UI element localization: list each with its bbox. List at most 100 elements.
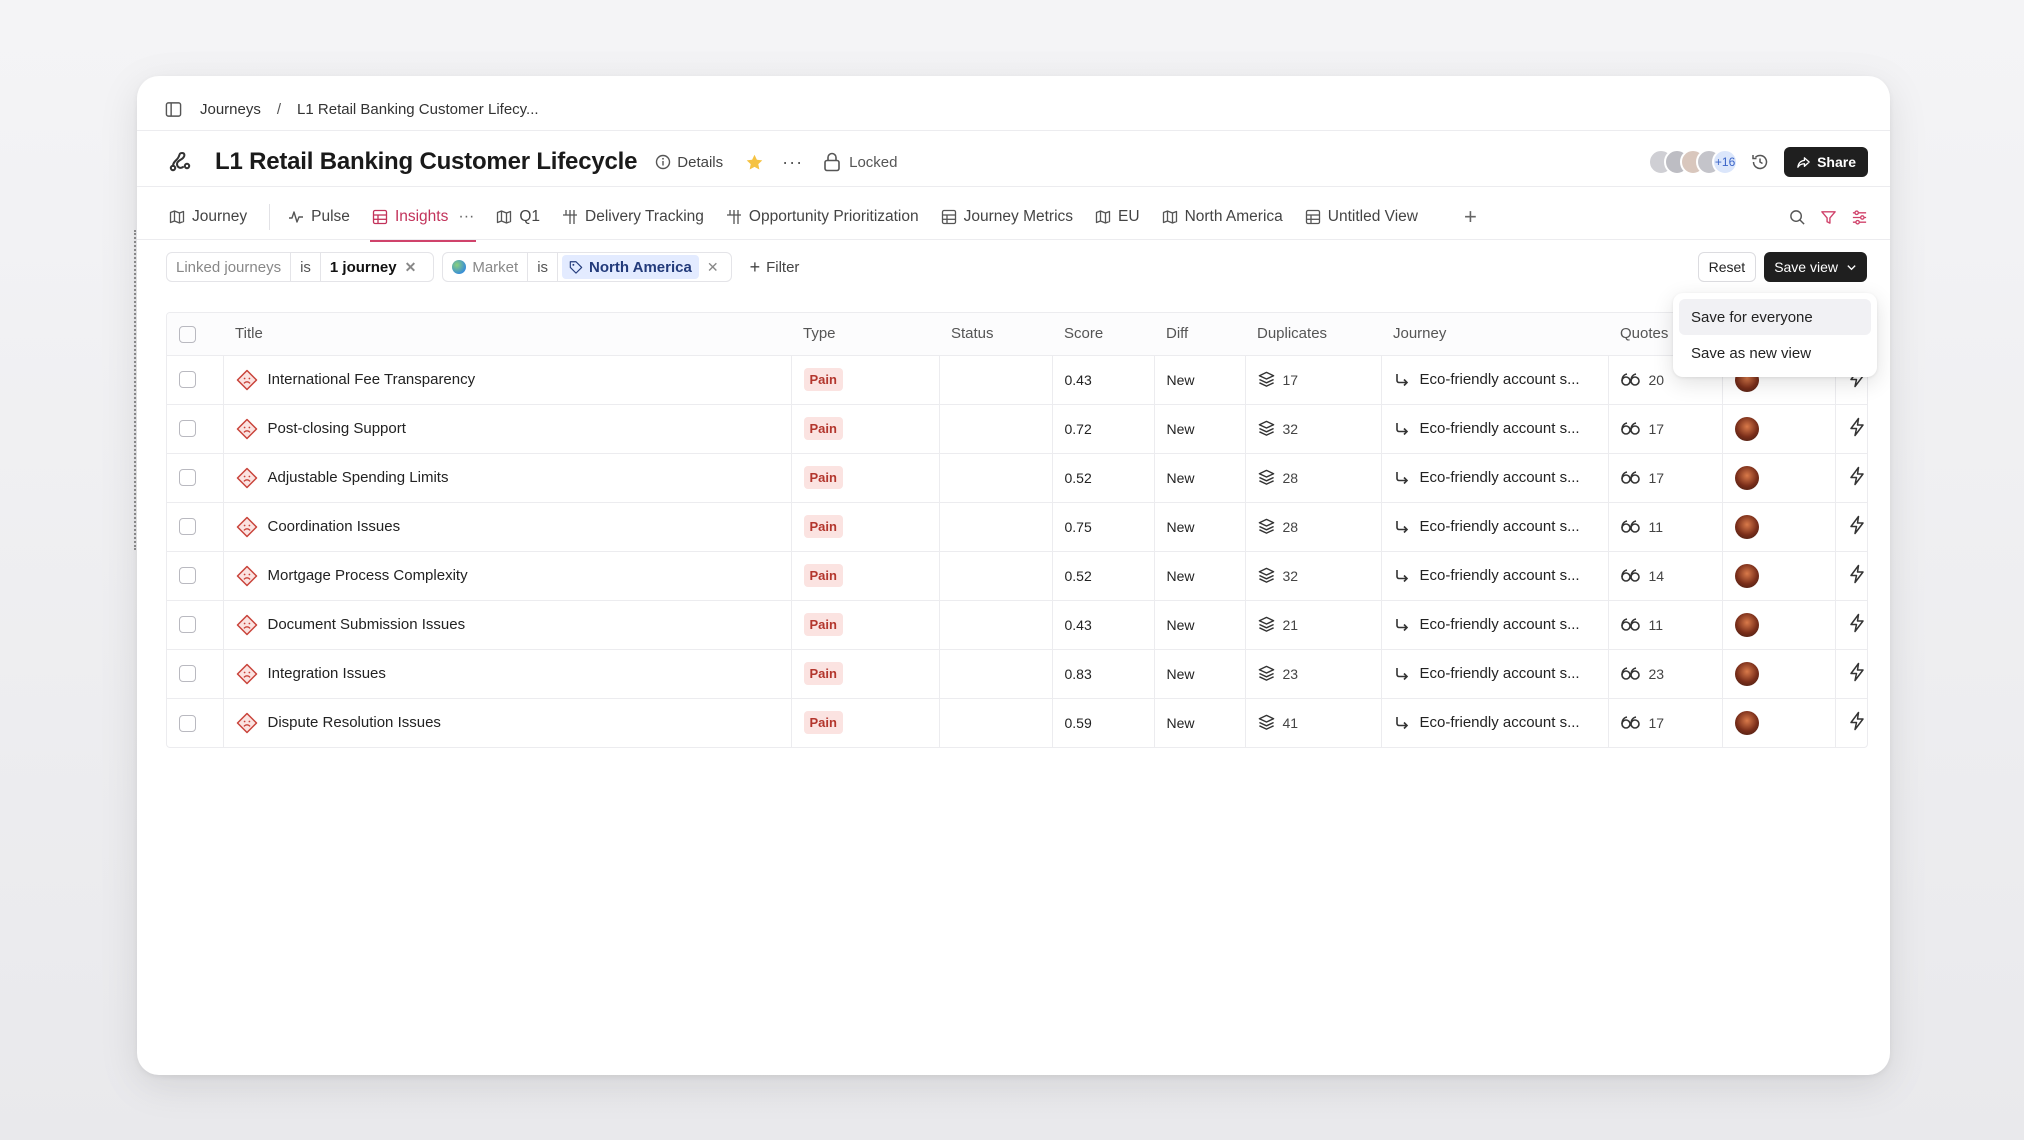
quotes-cell[interactable]: 17 xyxy=(1608,698,1723,747)
sidebar-toggle-icon[interactable] xyxy=(165,101,182,118)
action-cell[interactable] xyxy=(1835,404,1867,454)
col-diff[interactable]: Diff xyxy=(1154,313,1245,356)
owner-cell[interactable] xyxy=(1722,600,1836,650)
search-icon[interactable] xyxy=(1789,209,1806,226)
type-cell[interactable]: Pain xyxy=(791,453,940,503)
col-score[interactable]: Score xyxy=(1052,313,1154,356)
row-checkbox[interactable] xyxy=(179,469,196,487)
add-filter-button[interactable]: + Filter xyxy=(750,257,800,278)
quotes-cell[interactable]: 11 xyxy=(1608,502,1723,552)
tab-journey-metrics[interactable]: Journey Metrics xyxy=(941,193,1073,241)
tab-opportunity-prioritization[interactable]: Opportunity Prioritization xyxy=(726,193,919,241)
breadcrumb-root[interactable]: Journeys xyxy=(200,101,261,118)
title-cell[interactable]: Post-closing Support xyxy=(223,404,792,454)
status-cell[interactable] xyxy=(939,600,1053,650)
owner-avatar[interactable] xyxy=(1734,710,1759,735)
journey-cell[interactable]: Eco-friendly account s... xyxy=(1381,404,1609,454)
duplicates-cell[interactable]: 32 xyxy=(1245,404,1382,454)
share-button[interactable]: Share xyxy=(1784,147,1868,177)
action-cell[interactable] xyxy=(1835,551,1867,601)
row-checkbox[interactable] xyxy=(179,518,196,536)
filter-chip-linked-journeys[interactable]: Linked journeys is 1 journey ✕ xyxy=(166,252,435,282)
status-cell[interactable] xyxy=(939,551,1053,601)
owner-avatar[interactable] xyxy=(1734,514,1759,539)
duplicates-cell[interactable]: 17 xyxy=(1245,355,1382,405)
table-row[interactable]: International Fee Transparency Pain 0.43… xyxy=(167,355,1867,405)
owner-avatar[interactable] xyxy=(1734,465,1759,490)
owner-cell[interactable] xyxy=(1722,649,1836,699)
type-cell[interactable]: Pain xyxy=(791,600,940,650)
lightning-icon[interactable] xyxy=(1848,662,1866,682)
tab-north-america[interactable]: North America xyxy=(1162,193,1283,241)
row-select-cell[interactable] xyxy=(167,355,224,405)
row-checkbox[interactable] xyxy=(179,420,196,438)
lightning-icon[interactable] xyxy=(1848,515,1866,535)
select-all-cell[interactable] xyxy=(167,313,223,356)
save-view-button[interactable]: Save view xyxy=(1764,252,1867,282)
row-select-cell[interactable] xyxy=(167,649,224,699)
owner-cell[interactable] xyxy=(1722,404,1836,454)
more-options-icon[interactable]: ··· xyxy=(782,152,803,173)
owner-cell[interactable] xyxy=(1722,551,1836,601)
quotes-cell[interactable]: 23 xyxy=(1608,649,1723,699)
duplicates-cell[interactable]: 21 xyxy=(1245,600,1382,650)
remove-filter-icon[interactable]: ✕ xyxy=(397,259,425,276)
title-cell[interactable]: International Fee Transparency xyxy=(223,355,792,405)
duplicates-cell[interactable]: 23 xyxy=(1245,649,1382,699)
col-title[interactable]: Title xyxy=(223,313,791,356)
owner-avatar[interactable] xyxy=(1734,661,1759,686)
row-select-cell[interactable] xyxy=(167,698,224,747)
tab-untitled-view[interactable]: Untitled View xyxy=(1305,193,1418,241)
journey-cell[interactable]: Eco-friendly account s... xyxy=(1381,453,1609,503)
lightning-icon[interactable] xyxy=(1848,711,1866,731)
filter-value[interactable]: North America ✕ xyxy=(558,253,731,281)
row-checkbox[interactable] xyxy=(179,616,196,634)
title-cell[interactable]: Mortgage Process Complexity xyxy=(223,551,792,601)
quotes-cell[interactable]: 14 xyxy=(1608,551,1723,601)
action-cell[interactable] xyxy=(1835,698,1867,747)
col-journey[interactable]: Journey xyxy=(1381,313,1608,356)
owner-cell[interactable] xyxy=(1722,502,1836,552)
status-cell[interactable] xyxy=(939,649,1053,699)
filter-value[interactable]: 1 journey ✕ xyxy=(321,253,433,281)
title-cell[interactable]: Adjustable Spending Limits xyxy=(223,453,792,503)
journey-cell[interactable]: Eco-friendly account s... xyxy=(1381,698,1609,747)
lightning-icon[interactable] xyxy=(1848,466,1866,486)
table-row[interactable]: Coordination Issues Pain 0.75 New 28 Eco… xyxy=(167,502,1867,552)
title-cell[interactable]: Document Submission Issues xyxy=(223,600,792,650)
lightning-icon[interactable] xyxy=(1848,564,1866,584)
action-cell[interactable] xyxy=(1835,649,1867,699)
row-select-cell[interactable] xyxy=(167,404,224,454)
owner-cell[interactable] xyxy=(1722,453,1836,503)
quotes-cell[interactable]: 17 xyxy=(1608,404,1723,454)
filter-chip-market[interactable]: Market is North America ✕ xyxy=(442,252,732,282)
owner-cell[interactable] xyxy=(1722,698,1836,747)
table-row[interactable]: Integration Issues Pain 0.83 New 23 Eco-… xyxy=(167,649,1867,699)
table-row[interactable]: Dispute Resolution Issues Pain 0.59 New … xyxy=(167,698,1867,747)
status-cell[interactable] xyxy=(939,404,1053,454)
tab-pulse[interactable]: Pulse xyxy=(288,193,350,241)
col-duplicates[interactable]: Duplicates xyxy=(1245,313,1381,356)
tab-insights[interactable]: Insights ··· xyxy=(369,193,477,242)
status-cell[interactable] xyxy=(939,355,1053,405)
action-cell[interactable] xyxy=(1835,502,1867,552)
tab-more-icon[interactable]: ··· xyxy=(458,208,474,226)
quotes-cell[interactable]: 17 xyxy=(1608,453,1723,503)
row-select-cell[interactable] xyxy=(167,551,224,601)
journey-cell[interactable]: Eco-friendly account s... xyxy=(1381,355,1609,405)
lock-status[interactable]: Locked xyxy=(823,152,897,172)
action-cell[interactable] xyxy=(1835,600,1867,650)
quotes-cell[interactable]: 11 xyxy=(1608,600,1723,650)
row-checkbox[interactable] xyxy=(179,567,196,585)
owner-avatar[interactable] xyxy=(1734,416,1759,441)
filter-operator[interactable]: is xyxy=(528,253,559,281)
details-button[interactable]: Details xyxy=(655,154,723,171)
lightning-icon[interactable] xyxy=(1848,613,1866,633)
type-cell[interactable]: Pain xyxy=(791,355,940,405)
row-checkbox[interactable] xyxy=(179,371,196,389)
save-for-everyone-option[interactable]: Save for everyone xyxy=(1679,299,1871,335)
type-cell[interactable]: Pain xyxy=(791,502,940,552)
title-cell[interactable]: Coordination Issues xyxy=(223,502,792,552)
owner-avatar[interactable] xyxy=(1734,612,1759,637)
reset-button[interactable]: Reset xyxy=(1697,252,1757,282)
